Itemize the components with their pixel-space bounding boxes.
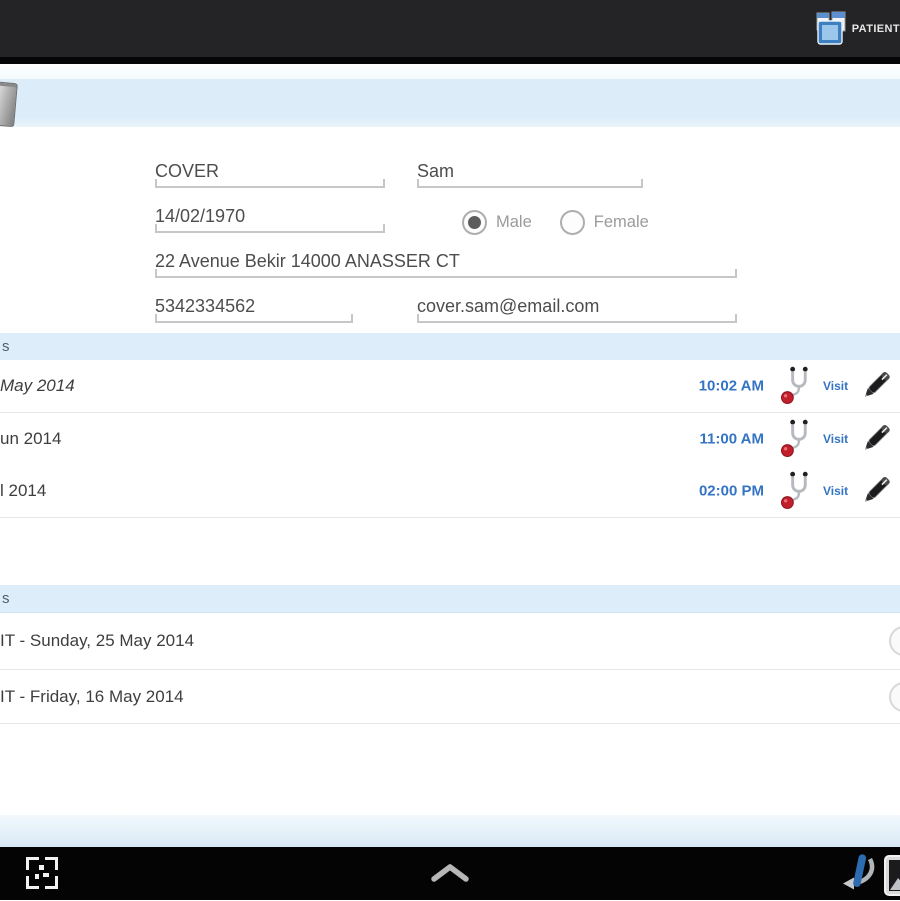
appointment-time: 11:00 AM	[699, 430, 764, 448]
first-name-field[interactable]: Sam	[417, 156, 643, 188]
edit-pen-icon[interactable]	[856, 418, 896, 458]
appointment-row[interactable]: un 2014 11:00 AM Visit	[0, 413, 900, 466]
edit-pen-icon[interactable]	[856, 470, 896, 510]
visit-action-label[interactable]: Visit	[823, 484, 848, 498]
stethoscope-icon[interactable]	[779, 365, 821, 407]
pen-cup-icon	[0, 80, 18, 128]
email-field[interactable]: cover.sam@email.com	[417, 291, 737, 323]
screen: { "app": { "title": "PATIENT" }, "patien…	[0, 0, 900, 900]
appointment-time: 10:02 AM	[698, 377, 764, 395]
clipped-edge-icon	[889, 681, 900, 712]
edit-pen-icon[interactable]	[856, 365, 896, 405]
patient-folder-icon	[812, 10, 850, 48]
visit-label: IT - Sunday, 25 May 2014	[0, 631, 195, 650]
birth-date-field[interactable]: 14/02/1970	[155, 201, 385, 233]
gallery-icon[interactable]	[884, 855, 900, 896]
female-radio[interactable]	[559, 210, 585, 235]
appointment-date: l 2014	[0, 481, 47, 500]
gender-radio-group: Male Female	[462, 210, 649, 235]
appointment-time: 02:00 PM	[698, 482, 764, 500]
appointments-section-header: s	[0, 333, 900, 361]
last-name-field[interactable]: COVER	[155, 156, 385, 188]
appointment-date: May 2014	[0, 376, 75, 395]
appointment-date: un 2014	[0, 429, 62, 448]
male-radio[interactable]	[462, 210, 487, 235]
appointment-row[interactable]: May 2014 10:02 AM Visit	[0, 360, 900, 413]
visit-action-label[interactable]: Visit	[823, 432, 848, 446]
menu-up-icon[interactable]	[427, 860, 473, 891]
topbar-separator	[0, 57, 900, 64]
visit-label: IT - Friday, 16 May 2014	[0, 686, 184, 706]
action-bar: PATIENT	[0, 0, 900, 57]
navigation-bar	[0, 847, 900, 900]
phone-field[interactable]: 5342334562	[155, 291, 353, 323]
visit-action-label[interactable]: Visit	[823, 379, 848, 393]
visit-row[interactable]: IT - Friday, 16 May 2014	[0, 670, 900, 724]
visit-row[interactable]: IT - Sunday, 25 May 2014	[0, 613, 900, 670]
appointment-row[interactable]: l 2014 02:00 PM Visit	[0, 465, 900, 518]
visits-section-header: s	[0, 585, 900, 613]
scan-icon[interactable]	[26, 857, 58, 889]
rotate-screen-icon[interactable]	[839, 852, 879, 896]
app-title: PATIENT	[851, 22, 900, 35]
address-field[interactable]: 22 Avenue Bekir 14000 ANASSER CT	[155, 246, 737, 278]
header-gap	[0, 64, 900, 79]
patient-header-bar	[0, 79, 900, 128]
male-radio-label: Male	[496, 213, 532, 231]
app-title-button[interactable]: PATIENT	[812, 0, 900, 57]
bottom-accent-strip	[0, 815, 900, 847]
female-radio-label: Female	[593, 213, 649, 231]
stethoscope-icon[interactable]	[779, 418, 821, 460]
stethoscope-icon[interactable]	[779, 470, 821, 512]
clipped-edge-icon	[889, 626, 900, 656]
